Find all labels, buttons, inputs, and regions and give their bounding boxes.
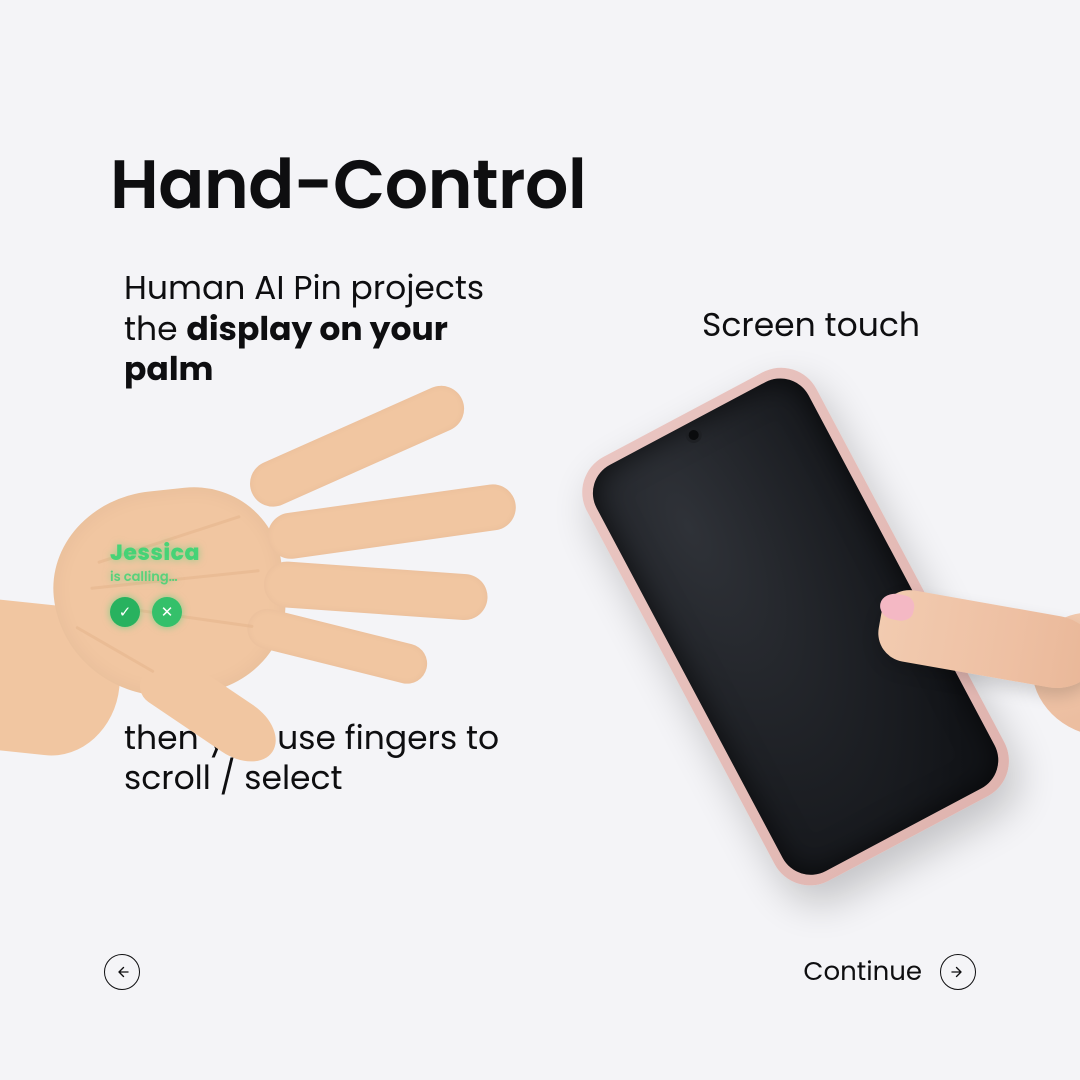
arrow-right-icon — [940, 954, 976, 990]
screen-touch-caption: Screen touch — [702, 300, 1070, 350]
back-button[interactable] — [100, 950, 144, 994]
phone-illustration — [600, 380, 1080, 800]
page-title: Hand-Control — [110, 134, 586, 236]
continue-button[interactable]: Continue — [799, 949, 980, 996]
palm-usage-description: then you use fingers to scroll / select — [124, 718, 504, 799]
right-column: Screen touch — [590, 300, 1070, 350]
footer-nav: Continue — [100, 950, 980, 994]
palm-projection-description: Human AI Pin projects the display on you… — [124, 268, 504, 390]
arrow-left-icon — [104, 954, 140, 990]
continue-label: Continue — [803, 953, 922, 992]
left-column: Human AI Pin projects the display on you… — [124, 268, 504, 799]
